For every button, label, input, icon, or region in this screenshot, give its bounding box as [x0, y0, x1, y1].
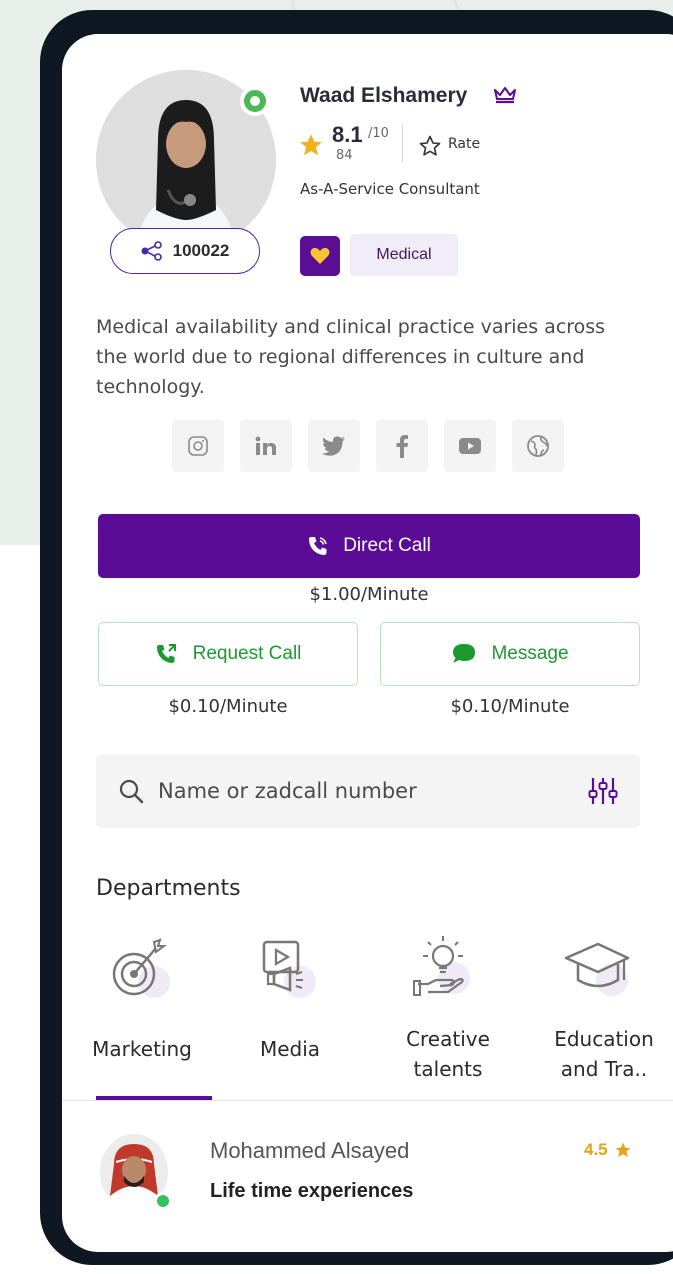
department-label: Marketing [92, 1037, 192, 1061]
profile-bio: Medical availability and clinical practi… [96, 316, 606, 398]
search-bar [96, 754, 640, 828]
departments-heading: Departments [96, 876, 241, 901]
lightbulb-hand-icon [413, 936, 470, 996]
department-creative-talents[interactable]: Creative talents [378, 934, 518, 1094]
rating-max: /10 [368, 126, 389, 141]
instagram-icon[interactable] [172, 420, 224, 472]
target-icon [112, 938, 170, 998]
filter-sliders-icon[interactable] [588, 776, 618, 806]
department-label: Media [259, 1037, 321, 1061]
rate-button-label[interactable]: Rate [448, 136, 480, 152]
rating-divider [402, 124, 403, 162]
star-icon [615, 1142, 631, 1158]
request-call-button[interactable]: Request Call [98, 622, 358, 686]
message-button[interactable]: Message [380, 622, 640, 686]
department-marketing[interactable]: Marketing [72, 934, 212, 1094]
rating-score: 8.1 [332, 122, 363, 147]
direct-call-price: $1.00/Minute [309, 584, 429, 605]
share-id-number: 100022 [172, 241, 230, 260]
consultant-rating: 4.5 [584, 1140, 632, 1160]
message-price: $0.10/Minute [450, 696, 570, 717]
media-icon [262, 940, 316, 998]
linkedin-icon[interactable] [240, 420, 292, 472]
phone-request-icon [156, 644, 176, 663]
department-education[interactable]: Education and Tra.. [532, 934, 672, 1094]
rate-star-icon[interactable] [418, 134, 442, 158]
consultant-rating-value: 4.5 [584, 1140, 608, 1159]
favorite-button[interactable] [300, 236, 340, 276]
departments-divider [62, 1100, 673, 1101]
youtube-icon[interactable] [444, 420, 496, 472]
request-call-label: Request Call [192, 643, 302, 664]
facebook-icon[interactable] [376, 420, 428, 472]
consultant-tagline: Life time experiences [210, 1180, 414, 1202]
consultant-name[interactable]: Mohammed Alsayed [210, 1138, 409, 1164]
website-icon[interactable] [512, 420, 564, 472]
direct-call-button[interactable]: Direct Call [98, 514, 640, 578]
search-icon [119, 779, 144, 804]
request-call-price: $0.10/Minute [168, 696, 288, 717]
message-label: Message [491, 643, 569, 664]
consultant-online-indicator [154, 1192, 172, 1210]
twitter-icon[interactable] [308, 420, 360, 472]
social-links [172, 420, 564, 472]
graduation-cap-icon [564, 942, 630, 996]
department-media[interactable]: Media [220, 934, 360, 1094]
department-label: Creative talents [406, 1027, 490, 1081]
rating-row: 8.1 /10 84 Rate [298, 120, 598, 164]
category-badge: Medical [350, 234, 458, 276]
rating-count: 84 [336, 148, 353, 163]
search-input[interactable] [158, 754, 558, 828]
direct-call-label: Direct Call [343, 535, 431, 556]
phone-screen: 100022 Waad Elshamery 8.1 /10 84 Rate As… [62, 34, 673, 1252]
star-icon [300, 134, 322, 156]
chat-bubble-icon [453, 644, 476, 663]
heart-icon [310, 247, 330, 264]
crown-icon [494, 87, 516, 104]
profile-name: Waad Elshamery [300, 84, 468, 107]
department-label: Education and Tra.. [554, 1027, 654, 1081]
share-icon [141, 241, 162, 261]
online-status-indicator [240, 86, 270, 116]
profile-role: As-A-Service Consultant [300, 180, 480, 198]
phone-call-icon [309, 537, 327, 555]
share-id-button[interactable]: 100022 [110, 228, 260, 274]
